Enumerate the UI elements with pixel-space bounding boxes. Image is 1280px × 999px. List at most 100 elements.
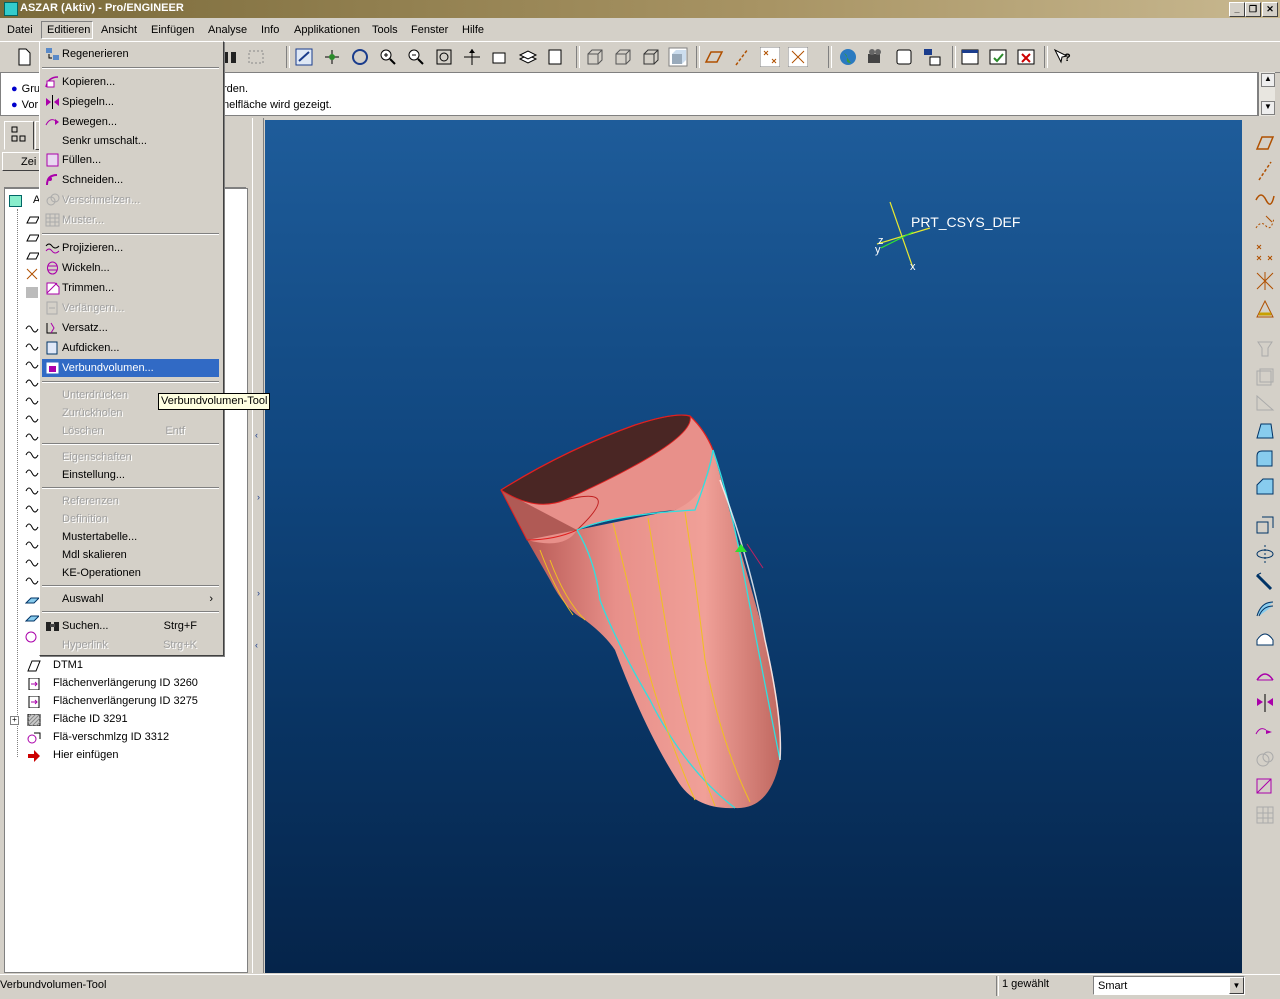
- model-tree-icon[interactable]: [922, 47, 942, 67]
- datum-curve-tool-icon[interactable]: [1254, 186, 1276, 208]
- analysis-feature-icon[interactable]: [1254, 298, 1276, 320]
- extrude-tool-icon[interactable]: [1254, 514, 1276, 536]
- close-button[interactable]: ✕: [1262, 2, 1278, 17]
- rib-tool-icon[interactable]: [1254, 392, 1276, 414]
- selection-filter-select[interactable]: Smart ▼: [1093, 976, 1245, 995]
- menu-item-toggle-perpendicular[interactable]: Senkr umschalt...: [42, 132, 219, 150]
- menu-item-trim[interactable]: Trimmen...: [42, 279, 219, 297]
- csys-display-icon[interactable]: [788, 47, 808, 67]
- shell-tool-icon[interactable]: [1254, 366, 1276, 388]
- datum-plane-display-icon[interactable]: [704, 47, 724, 67]
- tree-item-insert-here[interactable]: Hier einfügen: [5, 747, 245, 765]
- csys-tool-icon[interactable]: [1254, 270, 1276, 292]
- hole-tool-icon[interactable]: [1254, 338, 1276, 360]
- sweep-tool-icon[interactable]: [1254, 570, 1276, 592]
- view-manager-icon[interactable]: [546, 47, 566, 67]
- menu-datei[interactable]: Datei: [7, 24, 33, 36]
- menu-item-setup[interactable]: Einstellung...: [42, 466, 219, 484]
- no-hidden-icon[interactable]: [640, 47, 660, 67]
- wireframe-icon[interactable]: [584, 47, 604, 67]
- window-close-icon[interactable]: [1016, 47, 1036, 67]
- round-tool-icon[interactable]: [1254, 448, 1276, 470]
- draft-tool-icon[interactable]: [1254, 420, 1276, 442]
- menu-item-move[interactable]: Bewegen...: [42, 113, 219, 131]
- menu-item-search[interactable]: Suchen... Strg+F: [42, 617, 219, 635]
- tree-item-surface-merge-3312[interactable]: Flä-verschmlzg ID 3312: [5, 729, 245, 747]
- blend-tool-icon[interactable]: [1254, 598, 1276, 620]
- merge-tool-icon[interactable]: [1254, 748, 1276, 770]
- reorient-icon[interactable]: [462, 47, 482, 67]
- expand-icon[interactable]: +: [10, 716, 19, 725]
- repaint-icon[interactable]: [294, 47, 314, 67]
- menu-editieren[interactable]: Editieren: [47, 24, 90, 36]
- menu-item-mirror[interactable]: Spiegeln...: [42, 93, 219, 111]
- revolve-tool-icon[interactable]: [1254, 542, 1276, 564]
- pattern-tool-icon[interactable]: [1254, 804, 1276, 826]
- mirror-tool-icon[interactable]: [1254, 692, 1276, 714]
- menu-hilfe[interactable]: Hilfe: [462, 24, 484, 36]
- hidden-line-icon[interactable]: [612, 47, 632, 67]
- layers-icon[interactable]: [518, 47, 538, 67]
- menu-ansicht[interactable]: Ansicht: [101, 24, 137, 36]
- new-file-icon[interactable]: [14, 47, 34, 67]
- menu-item-solidify[interactable]: Verbundvolumen...: [42, 359, 219, 377]
- zoom-in-icon[interactable]: [378, 47, 398, 67]
- maximize-button[interactable]: ❐: [1245, 2, 1261, 17]
- menu-item-selection[interactable]: Auswahl ›: [42, 590, 219, 608]
- globe-icon[interactable]: [838, 47, 858, 67]
- menu-item-feature-operations[interactable]: KE-Operationen: [42, 564, 219, 582]
- menu-einfuegen[interactable]: Einfügen: [151, 24, 194, 36]
- style-tool-icon[interactable]: [1254, 664, 1276, 686]
- panel-splitter[interactable]: ‹ › › ‹: [252, 118, 264, 973]
- offset-tool-icon[interactable]: [1254, 720, 1276, 742]
- menu-item-wrap[interactable]: Wickeln...: [42, 259, 219, 277]
- model-tree-tab[interactable]: [4, 121, 34, 150]
- window-check-icon[interactable]: [988, 47, 1008, 67]
- tree-item-dtm1[interactable]: DTM1: [5, 657, 245, 675]
- chevron-down-icon[interactable]: ▼: [1229, 977, 1244, 994]
- shading-icon[interactable]: [668, 47, 688, 67]
- camera-icon[interactable]: [866, 47, 886, 67]
- context-help-icon[interactable]: ?: [1052, 47, 1072, 67]
- datum-axis-display-icon[interactable]: [732, 47, 752, 67]
- collapse-left-icon[interactable]: ‹: [255, 430, 258, 440]
- datum-point-tool-icon[interactable]: [1254, 242, 1276, 264]
- trim-tool-icon[interactable]: [1254, 776, 1276, 798]
- spin-center-icon[interactable]: [322, 47, 342, 67]
- chamfer-tool-icon[interactable]: [1254, 476, 1276, 498]
- tree-item-surface-extend-3275[interactable]: Flächenverlängerung ID 3275: [5, 693, 245, 711]
- menu-applikationen[interactable]: Applikationen: [294, 24, 360, 36]
- tree-item-surface-3291[interactable]: + Fläche ID 3291: [5, 711, 245, 729]
- datum-plane-tool-icon[interactable]: [1254, 132, 1276, 154]
- collapse-left-icon-2[interactable]: ‹: [255, 640, 258, 650]
- datum-point-display-icon[interactable]: [760, 47, 780, 67]
- menu-item-copy[interactable]: Kopieren...: [42, 73, 219, 91]
- menu-tools[interactable]: Tools: [372, 24, 398, 36]
- expand-right-icon[interactable]: ›: [257, 492, 260, 502]
- menu-item-intersect[interactable]: Schneiden...: [42, 171, 219, 189]
- minimize-button[interactable]: _: [1229, 2, 1245, 17]
- zoom-out-icon[interactable]: [406, 47, 426, 67]
- menu-info[interactable]: Info: [261, 24, 279, 36]
- expand-right-icon-2[interactable]: ›: [257, 588, 260, 598]
- scroll-down-icon[interactable]: ▼: [1261, 101, 1275, 115]
- refit-icon[interactable]: [434, 47, 454, 67]
- menu-item-scale-model[interactable]: Mdl skalieren: [42, 546, 219, 564]
- datum-axis-tool-icon[interactable]: [1254, 160, 1276, 182]
- boundary-blend-icon[interactable]: [1254, 626, 1276, 648]
- menu-item-pattern-table[interactable]: Mustertabelle...: [42, 528, 219, 546]
- scroll-up-icon[interactable]: ▲: [1261, 73, 1275, 87]
- menu-item-offset[interactable]: Versatz...: [42, 319, 219, 337]
- message-scrollbar[interactable]: ▲ ▼: [1258, 72, 1275, 116]
- menu-analyse[interactable]: Analyse: [208, 24, 247, 36]
- tree-item-surface-extend-3260[interactable]: Flächenverlängerung ID 3260: [5, 675, 245, 693]
- menu-item-project[interactable]: Projizieren...: [42, 239, 219, 257]
- orient-mode-icon[interactable]: [350, 47, 370, 67]
- sketch-tool-icon[interactable]: [1254, 212, 1276, 234]
- graphics-viewport[interactable]: PRT_CSYS_DEF z y x: [265, 120, 1242, 973]
- select-box-icon[interactable]: [246, 47, 266, 67]
- menu-item-regenerate[interactable]: Regenerieren: [42, 45, 219, 63]
- saved-views-icon[interactable]: [490, 47, 510, 67]
- annotation-icon[interactable]: [894, 47, 914, 67]
- menu-item-fill[interactable]: Füllen...: [42, 151, 219, 169]
